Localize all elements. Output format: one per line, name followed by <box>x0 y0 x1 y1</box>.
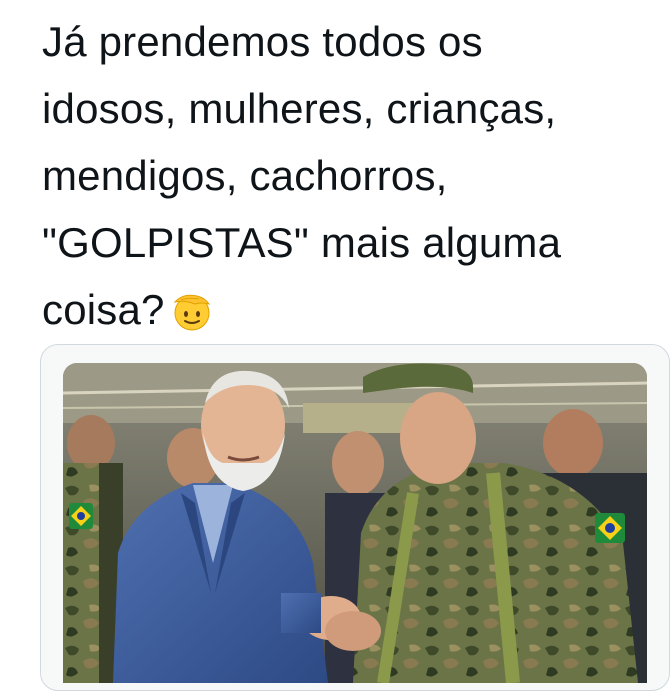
tweet-line-3: mendigos, cachorros, <box>42 152 448 199</box>
tweet-line-1: Já prendemos todos os <box>42 18 483 65</box>
saluting-face-emoji-icon <box>171 284 213 331</box>
tweet-line-2: idosos, mulheres, crianças, <box>42 85 557 132</box>
tweet-line-5-text: coisa? <box>42 286 165 333</box>
tweet-text: Já prendemos todos os idosos, mulheres, … <box>42 8 662 343</box>
tweet-line-4: "GOLPISTAS" mais alguma <box>42 219 562 266</box>
tweet-media-card[interactable] <box>40 344 670 691</box>
news-photo[interactable] <box>63 363 647 683</box>
tweet-line-5: coisa? <box>42 276 662 343</box>
